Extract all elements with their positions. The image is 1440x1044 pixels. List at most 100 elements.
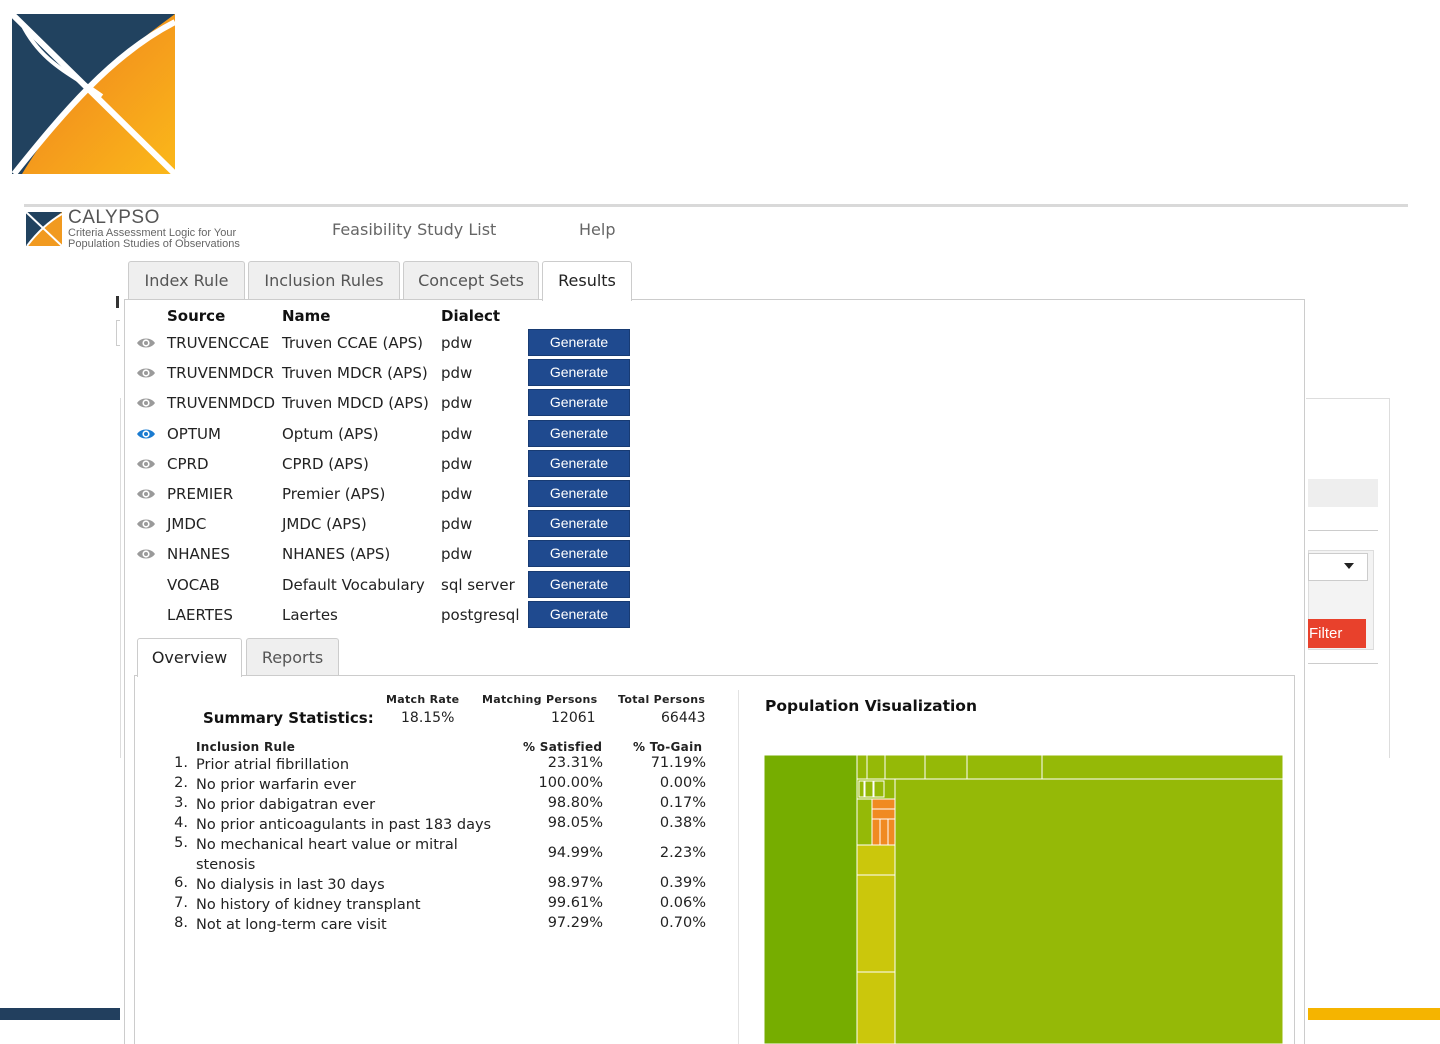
rule-to-gain: 2.23% [659, 845, 706, 861]
tab-reports[interactable]: Reports [246, 638, 339, 676]
source-name: Premier (APS) [282, 485, 386, 503]
rule-number: 7. [174, 895, 188, 911]
treemap-cell-failed[interactable] [764, 755, 858, 1044]
generate-button[interactable]: Generate [528, 419, 630, 447]
population-visualization-title: Population Visualization [765, 697, 977, 715]
eye-icon[interactable] [136, 487, 156, 501]
treemap-cell[interactable] [856, 971, 896, 1044]
source-row: LAERTES Laertes postgresql Generate [130, 600, 640, 630]
generate-button[interactable]: Generate [528, 329, 630, 356]
footer-bar-right [1308, 1008, 1440, 1020]
source-key: TRUVENCCAE [167, 334, 270, 352]
treemap-cell[interactable] [879, 818, 889, 846]
source-row: CPRD CPRD (APS) pdw Generate [130, 449, 640, 479]
source-key: TRUVENMDCD [167, 394, 276, 413]
treemap-cell[interactable] [884, 755, 926, 780]
source-dialect: pdw [441, 394, 473, 413]
generate-button[interactable]: Generate [528, 480, 630, 507]
eye-icon[interactable] [136, 396, 156, 410]
source-row: TRUVENMDCD Truven MDCD (APS) pdw Generate [130, 388, 640, 418]
source-key: LAERTES [167, 605, 233, 624]
rule-text: No prior warfarin ever [196, 777, 356, 793]
treemap-cell[interactable] [873, 780, 885, 798]
brand-subtitle-line2: Population Studies of Observations [68, 238, 240, 250]
generate-button[interactable]: Generate [528, 570, 630, 598]
eye-icon[interactable] [136, 457, 156, 471]
treemap-cell[interactable] [871, 818, 881, 846]
treemap-cell[interactable] [856, 844, 896, 876]
source-row: NHANES NHANES (APS) pdw Generate [130, 539, 640, 569]
treemap-cell[interactable] [856, 755, 868, 780]
source-key: VOCAB [167, 575, 220, 594]
generate-button[interactable]: Generate [528, 359, 630, 387]
treemap-cell[interactable] [924, 755, 968, 780]
col-header-source: Source [167, 307, 226, 325]
treemap-cell[interactable] [887, 818, 896, 846]
rule-text: No history of kidney transplant [196, 897, 421, 913]
source-row: PREMIER Premier (APS) pdw Generate [130, 479, 640, 509]
generate-button[interactable]: Generate [528, 540, 630, 568]
eye-icon[interactable] [136, 547, 156, 561]
eye-icon[interactable] [136, 427, 156, 441]
filter-button[interactable]: Filter [1308, 619, 1366, 648]
treemap-cell[interactable] [1041, 755, 1283, 780]
tab-inclusion-rules[interactable]: Inclusion Rules [248, 261, 400, 300]
treemap-cell[interactable] [858, 780, 865, 798]
source-dialect: sql server [441, 575, 515, 594]
generate-button[interactable]: Generate [528, 510, 630, 538]
eye-icon[interactable] [136, 517, 156, 531]
background-divider-2 [1308, 663, 1378, 664]
rule-number: 2. [174, 775, 188, 791]
treemap-cell[interactable] [966, 755, 1043, 780]
treemap-cell[interactable] [864, 780, 874, 798]
tab-concept-sets[interactable]: Concept Sets [403, 261, 539, 300]
source-dialect: pdw [441, 334, 473, 352]
rule-satisfied: 98.80% [547, 795, 603, 811]
caret-down-icon [1344, 563, 1354, 569]
inclusion-rule-header: Inclusion Rule [196, 740, 296, 754]
to-gain-header: % To-Gain [633, 740, 703, 754]
calypso-logo [26, 212, 62, 246]
matching-persons-value: 12061 [551, 710, 596, 726]
tab-results[interactable]: Results [542, 261, 632, 301]
source-dialect: pdw [441, 485, 473, 503]
rule-number: 8. [174, 915, 188, 931]
nav-help[interactable]: Help [579, 220, 615, 239]
source-name: Optum (APS) [282, 424, 379, 443]
rule-text: Prior atrial fibrillation [196, 757, 350, 773]
source-row: TRUVENCCAE Truven CCAE (APS) pdw Generate [130, 328, 640, 358]
rule-text: No mechanical heart value or mitral sten… [196, 837, 458, 873]
source-key: NHANES [167, 545, 230, 564]
eye-icon[interactable] [136, 336, 156, 350]
ohdsi-logo [12, 14, 175, 174]
treemap-cell[interactable] [856, 874, 896, 973]
footer-bar-left [0, 1008, 120, 1020]
source-dialect: pdw [441, 545, 473, 564]
population-treemap [764, 755, 1283, 1044]
rule-to-gain: 0.06% [659, 895, 706, 911]
brand-subtitle: Criteria Assessment Logic for Your Popul… [68, 228, 268, 250]
treemap-cell[interactable] [871, 798, 896, 810]
col-header-name: Name [282, 307, 331, 325]
background-select[interactable] [1308, 553, 1368, 581]
generate-button[interactable]: Generate [528, 449, 630, 477]
generate-button[interactable]: Generate [528, 389, 630, 417]
rule-satisfied: 99.61% [547, 895, 603, 911]
treemap-cell-matched[interactable] [894, 778, 1283, 1044]
source-key: OPTUM [167, 424, 221, 443]
eye-icon[interactable] [136, 366, 156, 380]
source-key: CPRD [167, 454, 209, 473]
generate-button[interactable]: Generate [528, 600, 630, 628]
tab-overview[interactable]: Overview [137, 638, 242, 677]
tab-index-rule[interactable]: Index Rule [128, 261, 245, 300]
satisfied-header: % Satisfied [523, 740, 603, 754]
matching-persons-header: Matching Persons [482, 693, 598, 706]
source-dialect: pdw [441, 454, 473, 473]
rule-to-gain: 0.38% [659, 815, 706, 831]
nav-feasibility-study-list[interactable]: Feasibility Study List [332, 220, 496, 239]
total-persons-value: 66443 [661, 710, 706, 726]
rule-number: 6. [174, 875, 188, 891]
treemap-cell[interactable] [866, 755, 886, 780]
summary-statistics-label: Summary Statistics: [203, 709, 374, 727]
rule-number: 1. [174, 755, 188, 771]
